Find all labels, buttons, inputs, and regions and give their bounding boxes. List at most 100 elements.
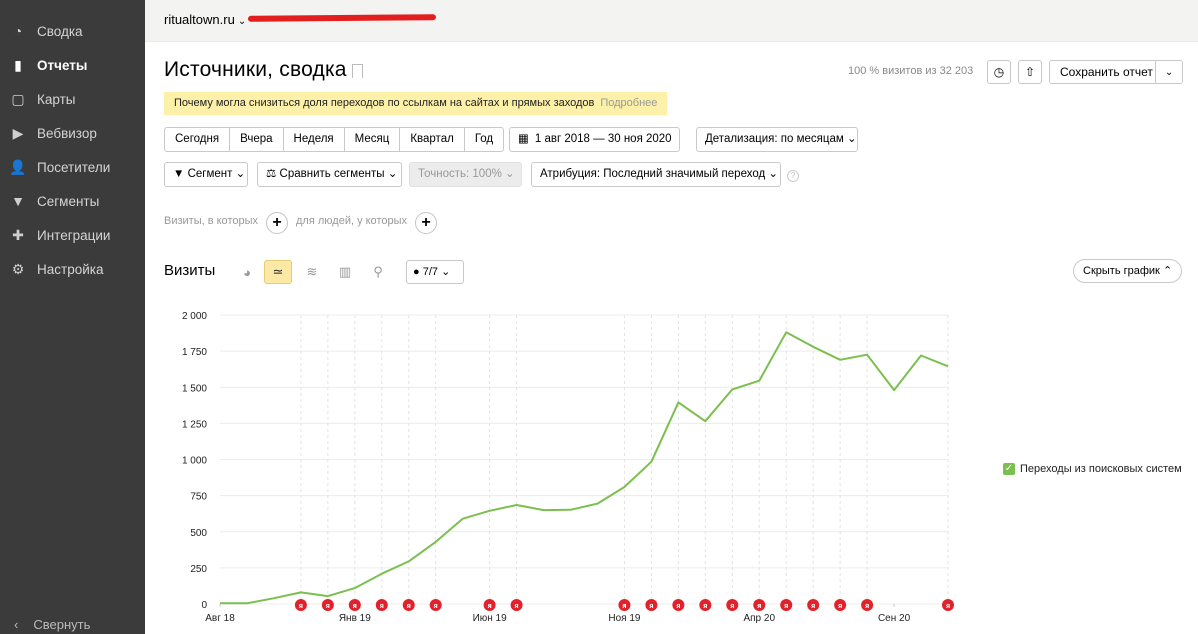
attribution-label: Атрибуция: Последний значимый переход xyxy=(540,168,766,180)
save-report-button[interactable]: Сохранить отчет ⌄ xyxy=(1049,60,1183,84)
sidebar-item-0[interactable]: ◔ Сводка xyxy=(0,14,145,48)
annotation-marker xyxy=(402,599,415,611)
annotation-marker xyxy=(375,599,388,611)
annotation-marker xyxy=(294,599,307,611)
sidebar-item-label: Интеграции xyxy=(37,227,111,243)
add-visit-condition-button[interactable]: + xyxy=(266,212,288,234)
annotation-marker xyxy=(510,599,523,611)
history-button[interactable]: ◷ xyxy=(987,60,1011,84)
detail-dropdown[interactable]: Детализация: по месяцам ⌄ xyxy=(696,127,858,152)
annotation-marker xyxy=(618,599,631,611)
clock-icon: ◷ xyxy=(993,65,1005,79)
date-range-button[interactable]: ▦ 1 авг 2018 — 30 ноя 2020 xyxy=(509,127,680,152)
sidebar-item-label: Карты xyxy=(37,91,76,107)
x-tick-label: Июн 19 xyxy=(473,613,508,624)
calendar-icon: ▦ xyxy=(518,133,529,145)
data-point xyxy=(542,509,544,511)
filter-icon: ▼ xyxy=(11,193,25,209)
sidebar-item-3[interactable]: ▶ Вебвизор xyxy=(0,116,145,150)
annotation-marker-glyph: я xyxy=(407,603,411,610)
data-point xyxy=(839,359,841,361)
data-point xyxy=(219,602,221,604)
chevron-down-icon[interactable]: ⌄ xyxy=(1156,67,1182,78)
annotation-marker-glyph: я xyxy=(622,603,626,610)
sidebar-item-2[interactable]: ▢ Карты xyxy=(0,82,145,116)
data-point xyxy=(327,595,329,597)
annotation-marker xyxy=(672,599,685,611)
sidebar-item-4[interactable]: 👤 Посетители xyxy=(0,150,145,184)
period-button-2[interactable]: Неделя xyxy=(284,128,345,151)
accuracy-dropdown[interactable]: Точность: 100% ⌄ xyxy=(409,162,522,187)
annotation-marker xyxy=(429,599,442,611)
annotation-marker xyxy=(861,599,874,611)
chevron-down-icon: ⌄ xyxy=(505,168,515,180)
filter-icon: ▼ xyxy=(173,168,185,180)
bookmark-icon[interactable] xyxy=(352,64,363,78)
annotation-marker xyxy=(753,599,766,611)
compare-segments-button[interactable]: ⚖ Сравнить сегменты ⌄ xyxy=(257,162,402,187)
site-selector[interactable]: ritualtown.ru ⌄ xyxy=(164,12,246,27)
data-point xyxy=(596,502,598,504)
annotation-marker xyxy=(726,599,739,611)
data-point xyxy=(515,504,517,506)
annotation-marker xyxy=(348,599,361,611)
area-chart-icon: ≋ xyxy=(306,264,318,279)
redaction-mark xyxy=(247,14,437,22)
segment-button[interactable]: ▼ Сегмент ⌄ xyxy=(164,162,248,187)
series-selector[interactable]: ● 7/7 ⌄ xyxy=(406,260,464,284)
sidebar-item-7[interactable]: ⚙ Настройка xyxy=(0,252,145,286)
period-button-0[interactable]: Сегодня xyxy=(165,128,231,151)
data-point xyxy=(731,388,733,390)
hide-chart-button[interactable]: Скрыть график ⌃ xyxy=(1073,259,1183,283)
sidebar-item-6[interactable]: ✚ Интеграции xyxy=(0,218,145,252)
period-button-3[interactable]: Месяц xyxy=(345,128,401,151)
y-tick-label: 1 750 xyxy=(182,347,207,358)
chart-type-pie-button[interactable]: ◕ xyxy=(233,260,261,284)
period-button-1[interactable]: Вчера xyxy=(230,128,284,151)
annotation-marker-glyph: я xyxy=(353,603,357,610)
sidebar-item-label: Сводка xyxy=(37,23,83,39)
annotation-marker-glyph: я xyxy=(488,603,492,610)
y-tick-label: 0 xyxy=(201,600,207,611)
map-pin-icon: ⚲ xyxy=(373,264,383,279)
annotation-marker-glyph: я xyxy=(784,603,788,610)
x-tick-label: Авг 18 xyxy=(205,613,235,624)
sidebar-item-1[interactable]: ▮ Отчеты xyxy=(0,48,145,82)
compare-label: Сравнить сегменты xyxy=(279,168,385,180)
sidebar-item-label: Отчеты xyxy=(37,57,88,73)
annotation-marker-glyph: я xyxy=(703,603,707,610)
help-icon[interactable]: ? xyxy=(787,170,799,182)
chart-type-line-button[interactable]: ≃ xyxy=(264,260,292,284)
hide-chart-label: Скрыть график xyxy=(1083,265,1160,277)
export-button[interactable]: ⇧ xyxy=(1018,60,1042,84)
data-point xyxy=(758,380,760,382)
legend-checkbox[interactable]: ✓ xyxy=(1003,463,1015,475)
x-tick-label: Апр 20 xyxy=(743,613,775,624)
chart-type-area-button[interactable]: ≋ xyxy=(298,260,326,284)
accuracy-label: Точность: 100% xyxy=(418,168,502,180)
y-tick-label: 1 500 xyxy=(182,383,207,394)
attribution-dropdown[interactable]: Атрибуция: Последний значимый переход ⌄ xyxy=(531,162,781,187)
chart-type-map-button[interactable]: ⚲ xyxy=(364,260,392,284)
upload-icon: ⇧ xyxy=(1024,65,1036,79)
add-people-condition-button[interactable]: + xyxy=(415,212,437,234)
notice-more-link[interactable]: Подробнее xyxy=(600,97,657,109)
data-point xyxy=(650,460,652,462)
data-point xyxy=(677,401,679,403)
collapse-sidebar-button[interactable]: ‹ Свернуть xyxy=(0,614,145,634)
annotation-marker-glyph: я xyxy=(757,603,761,610)
annotation-marker xyxy=(942,599,954,611)
data-point xyxy=(461,518,463,520)
period-button-5[interactable]: Год xyxy=(465,128,503,151)
x-tick-label: Янв 19 xyxy=(339,613,371,624)
y-tick-label: 1 250 xyxy=(182,419,207,430)
sidebar-item-5[interactable]: ▼ Сегменты xyxy=(0,184,145,218)
page-title: Источники, сводка xyxy=(164,58,347,81)
chevron-down-icon: ⌄ xyxy=(237,16,247,27)
data-point xyxy=(893,389,895,391)
period-button-4[interactable]: Квартал xyxy=(400,128,465,151)
chart-type-bar-button[interactable]: ▥ xyxy=(331,260,359,284)
annotation-marker-glyph: я xyxy=(299,603,303,610)
data-point xyxy=(435,541,437,543)
chevron-up-icon: ⌃ xyxy=(1162,265,1173,277)
